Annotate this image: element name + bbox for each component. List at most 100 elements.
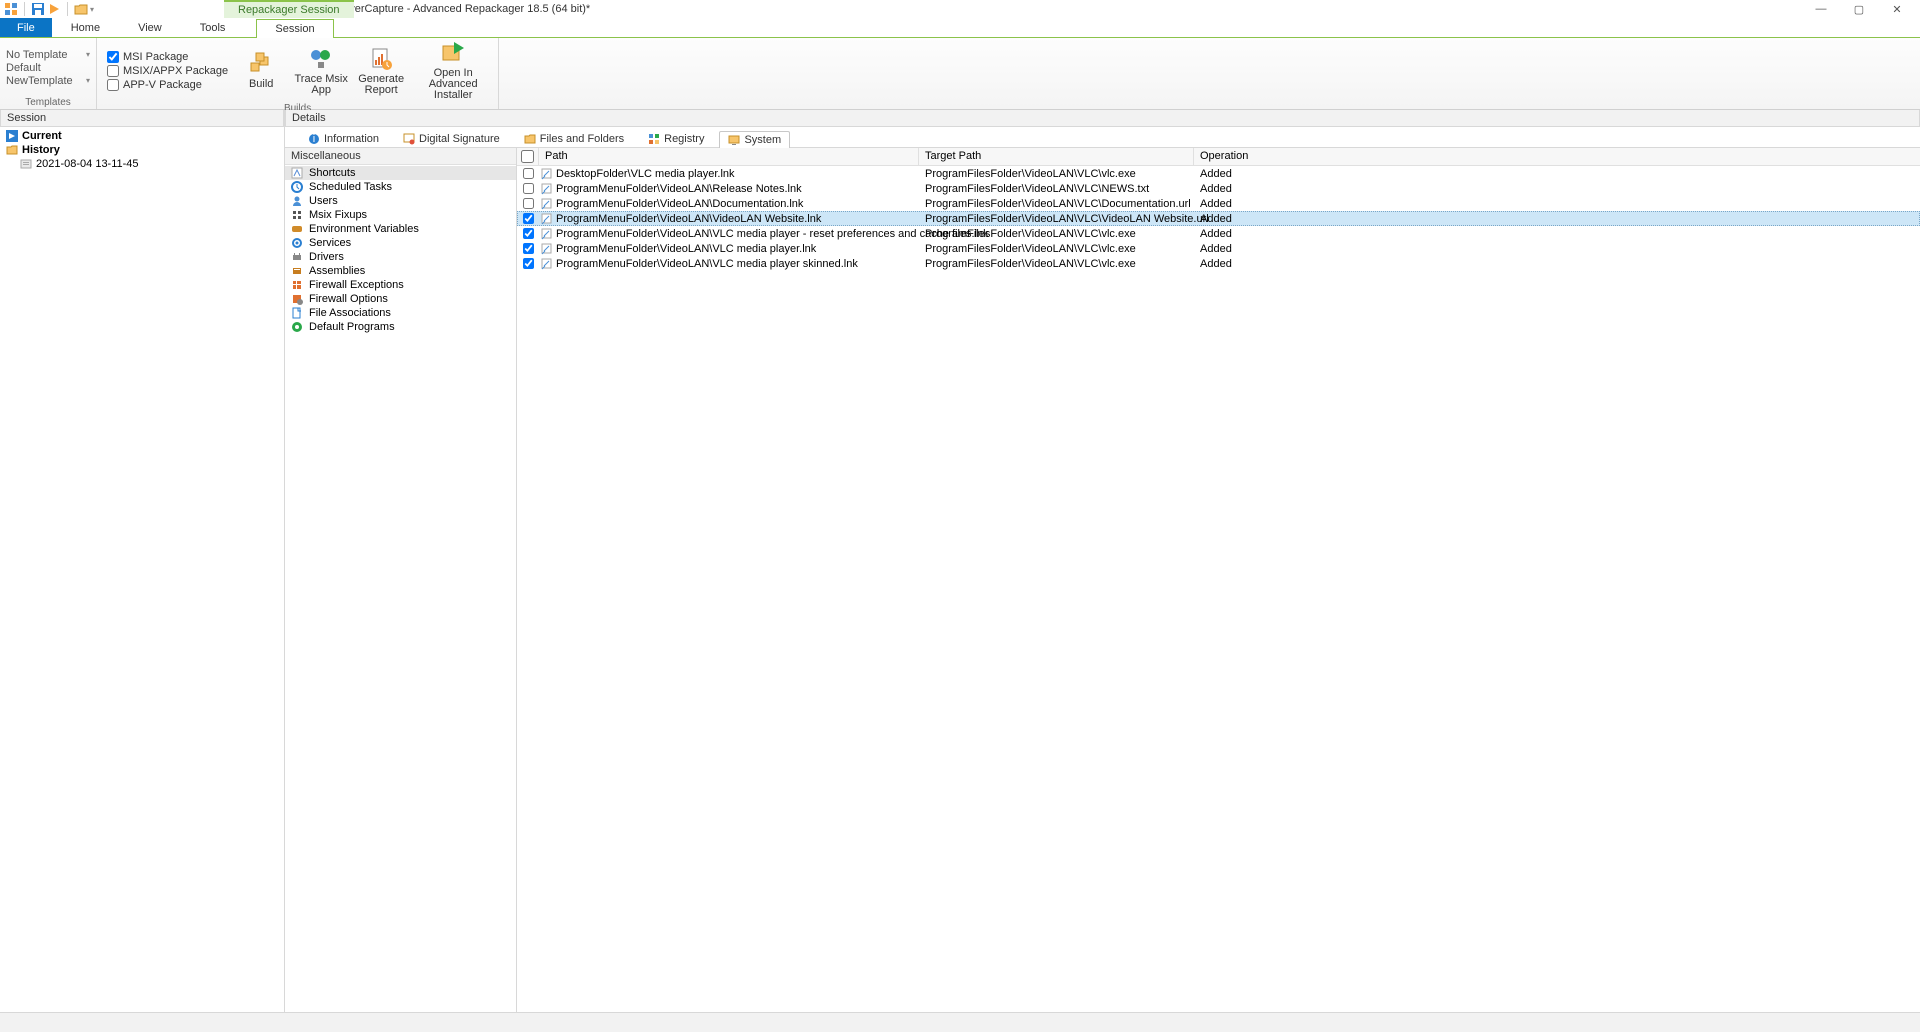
misc-item[interactable]: Services — [285, 236, 516, 250]
ribbon-tabs: File Home View Tools Session — [0, 18, 1920, 38]
grid-row[interactable]: ProgramMenuFolder\VideoLAN\VLC media pla… — [517, 241, 1920, 256]
misc-item[interactable]: Shortcuts — [285, 166, 516, 180]
grid-row[interactable]: ProgramMenuFolder\VideoLAN\VideoLAN Webs… — [517, 211, 1920, 226]
tab-file[interactable]: File — [0, 18, 52, 37]
misc-item[interactable]: Firewall Exceptions — [285, 278, 516, 292]
grid-row[interactable]: DesktopFolder\VLC media player.lnkProgra… — [517, 166, 1920, 181]
misc-item-icon — [291, 279, 303, 291]
row-path: ProgramMenuFolder\VideoLAN\VLC media pla… — [539, 243, 919, 255]
misc-item[interactable]: Firewall Options — [285, 292, 516, 306]
chevron-down-icon: ▾ — [86, 76, 90, 85]
grid-header-target[interactable]: Target Path — [919, 148, 1194, 165]
open-advanced-installer-button[interactable]: Open In Advanced Installer — [414, 40, 492, 101]
misc-item[interactable]: File Associations — [285, 306, 516, 320]
shortcut-file-icon — [541, 168, 553, 180]
group-builds: MSI Package MSIX/APPX Package APP-V Pack… — [97, 38, 499, 109]
misc-item[interactable]: Assemblies — [285, 264, 516, 278]
misc-item[interactable]: Scheduled Tasks — [285, 180, 516, 194]
row-target: ProgramFilesFolder\VideoLAN\VLC\VideoLAN… — [919, 213, 1194, 225]
session-tree[interactable]: Current History 2021-08-04 13-11-45 — [0, 127, 284, 1012]
chk-msix[interactable]: MSIX/APPX Package — [107, 65, 228, 77]
misc-item-icon — [291, 223, 303, 235]
detail-tab-information[interactable]: iInformation — [299, 130, 388, 147]
row-checkbox[interactable] — [517, 168, 539, 179]
tab-session[interactable]: Session — [256, 19, 333, 38]
open-ai-icon — [440, 40, 466, 66]
row-checkbox[interactable] — [517, 213, 539, 224]
row-checkbox[interactable] — [517, 228, 539, 239]
misc-item-label: Users — [309, 195, 338, 207]
template-row-3[interactable]: NewTemplate▾ — [6, 75, 90, 87]
misc-item[interactable]: Drivers — [285, 250, 516, 264]
row-checkbox[interactable] — [517, 183, 539, 194]
shortcut-file-icon — [541, 243, 553, 255]
arrow-right-icon — [6, 130, 18, 142]
close-button[interactable]: ✕ — [1890, 2, 1904, 16]
context-tab-session[interactable]: Repackager Session — [224, 0, 354, 18]
detail-tab-files[interactable]: Files and Folders — [515, 130, 633, 147]
misc-item-icon — [291, 209, 303, 221]
report-button[interactable]: Generate Report — [354, 46, 408, 96]
row-checkbox[interactable] — [517, 258, 539, 269]
misc-item[interactable]: Msix Fixups — [285, 208, 516, 222]
chevron-down-icon: ▾ — [86, 50, 90, 59]
grid-row[interactable]: ProgramMenuFolder\VideoLAN\Release Notes… — [517, 181, 1920, 196]
report-icon — [368, 46, 394, 72]
template-row-1[interactable]: No Template▾ — [6, 49, 90, 61]
tree-history[interactable]: History — [4, 143, 280, 157]
minimize-button[interactable]: — — [1814, 2, 1828, 16]
row-path: ProgramMenuFolder\VideoLAN\VLC media pla… — [539, 258, 919, 270]
shortcut-file-icon — [541, 258, 553, 270]
miscellaneous-pane: Miscellaneous ShortcutsScheduled TasksUs… — [285, 148, 517, 1012]
misc-item[interactable]: Environment Variables — [285, 222, 516, 236]
row-path: DesktopFolder\VLC media player.lnk — [539, 168, 919, 180]
details-pane: Details iInformation Digital Signature F… — [285, 110, 1920, 1012]
certificate-icon — [403, 133, 415, 145]
shortcut-file-icon — [541, 198, 553, 210]
detail-tab-registry[interactable]: Registry — [639, 130, 713, 147]
misc-item-label: Environment Variables — [309, 223, 419, 235]
tree-current[interactable]: Current — [4, 129, 280, 143]
folder-icon — [6, 144, 18, 156]
svg-text:i: i — [313, 133, 315, 145]
row-operation: Added — [1194, 228, 1920, 240]
row-checkbox[interactable] — [517, 243, 539, 254]
qat-dropdown-icon[interactable]: ▾ — [90, 5, 94, 14]
grid-header-checkbox[interactable] — [517, 148, 539, 165]
detail-tab-signature[interactable]: Digital Signature — [394, 130, 509, 147]
snapshot-icon — [20, 158, 32, 170]
tab-tools[interactable]: Tools — [181, 18, 245, 37]
detail-tab-system[interactable]: System — [719, 131, 790, 148]
grid-row[interactable]: ProgramMenuFolder\VideoLAN\Documentation… — [517, 196, 1920, 211]
misc-item-icon — [291, 167, 303, 179]
build-button[interactable]: Build — [234, 51, 288, 90]
tab-view[interactable]: View — [119, 18, 181, 37]
row-operation: Added — [1194, 243, 1920, 255]
tree-snapshot[interactable]: 2021-08-04 13-11-45 — [4, 157, 280, 171]
shortcuts-grid: Path Target Path Operation DesktopFolder… — [517, 148, 1920, 1012]
misc-item-label: Firewall Options — [309, 293, 388, 305]
template-row-2[interactable]: Default — [6, 62, 90, 74]
trace-button[interactable]: Trace Msix App — [294, 46, 348, 96]
group-templates: No Template▾ Default NewTemplate▾ Templa… — [0, 38, 97, 109]
grid-row[interactable]: ProgramMenuFolder\VideoLAN\VLC media pla… — [517, 226, 1920, 241]
tab-home[interactable]: Home — [52, 18, 119, 37]
miscellaneous-list[interactable]: ShortcutsScheduled TasksUsersMsix Fixups… — [285, 165, 516, 335]
chk-appv[interactable]: APP-V Package — [107, 79, 228, 91]
grid-header-path[interactable]: Path — [539, 148, 919, 165]
info-icon: i — [308, 133, 320, 145]
misc-item[interactable]: Default Programs — [285, 320, 516, 334]
row-target: ProgramFilesFolder\VideoLAN\VLC\NEWS.txt — [919, 183, 1194, 195]
row-checkbox[interactable] — [517, 198, 539, 209]
misc-item[interactable]: Users — [285, 194, 516, 208]
save-icon[interactable] — [31, 2, 45, 16]
group-label-templates: Templates — [0, 97, 96, 109]
session-pane: Session Current History 2021-08-04 13-11… — [0, 110, 285, 1012]
open-folder-icon[interactable] — [74, 2, 88, 16]
maximize-button[interactable]: ▢ — [1852, 2, 1866, 16]
build-run-icon[interactable] — [47, 2, 61, 16]
grid-row[interactable]: ProgramMenuFolder\VideoLAN\VLC media pla… — [517, 256, 1920, 271]
workspace: Session Current History 2021-08-04 13-11… — [0, 110, 1920, 1012]
chk-msi[interactable]: MSI Package — [107, 51, 228, 63]
grid-header-operation[interactable]: Operation — [1194, 148, 1920, 165]
